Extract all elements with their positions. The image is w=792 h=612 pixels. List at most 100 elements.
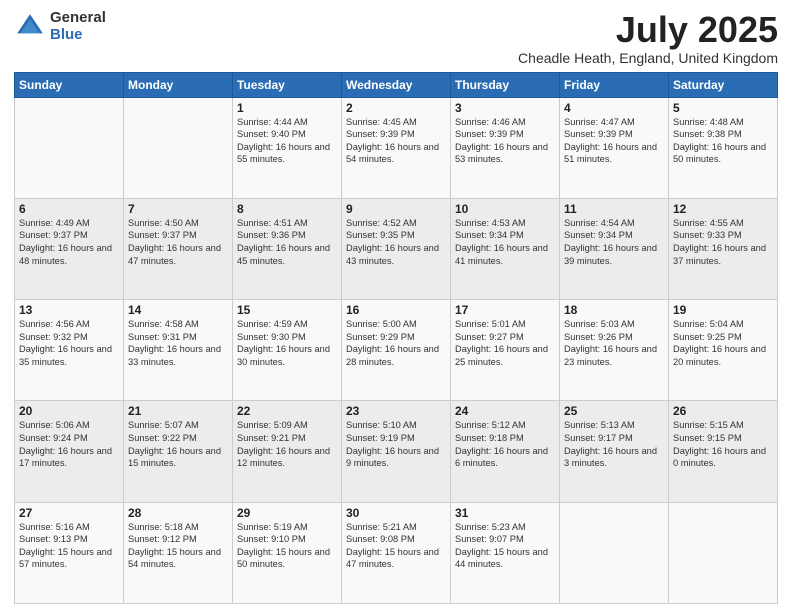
calendar-header-saturday: Saturday — [669, 72, 778, 97]
day-info: Sunrise: 4:44 AM Sunset: 9:40 PM Dayligh… — [237, 116, 337, 166]
calendar-cell: 9Sunrise: 4:52 AM Sunset: 9:35 PM Daylig… — [342, 198, 451, 299]
calendar-cell: 4Sunrise: 4:47 AM Sunset: 9:39 PM Daylig… — [560, 97, 669, 198]
day-info: Sunrise: 5:01 AM Sunset: 9:27 PM Dayligh… — [455, 318, 555, 368]
calendar-cell: 8Sunrise: 4:51 AM Sunset: 9:36 PM Daylig… — [233, 198, 342, 299]
day-info: Sunrise: 4:48 AM Sunset: 9:38 PM Dayligh… — [673, 116, 773, 166]
calendar-cell: 3Sunrise: 4:46 AM Sunset: 9:39 PM Daylig… — [451, 97, 560, 198]
logo: General Blue — [14, 10, 106, 43]
day-info: Sunrise: 5:16 AM Sunset: 9:13 PM Dayligh… — [19, 521, 119, 571]
day-info: Sunrise: 5:00 AM Sunset: 9:29 PM Dayligh… — [346, 318, 446, 368]
calendar-week-0: 1Sunrise: 4:44 AM Sunset: 9:40 PM Daylig… — [15, 97, 778, 198]
day-info: Sunrise: 5:03 AM Sunset: 9:26 PM Dayligh… — [564, 318, 664, 368]
calendar-cell: 26Sunrise: 5:15 AM Sunset: 9:15 PM Dayli… — [669, 401, 778, 502]
calendar-cell: 17Sunrise: 5:01 AM Sunset: 9:27 PM Dayli… — [451, 300, 560, 401]
calendar-cell: 14Sunrise: 4:58 AM Sunset: 9:31 PM Dayli… — [124, 300, 233, 401]
calendar-header-wednesday: Wednesday — [342, 72, 451, 97]
day-number: 24 — [455, 404, 555, 418]
day-info: Sunrise: 4:55 AM Sunset: 9:33 PM Dayligh… — [673, 217, 773, 267]
day-info: Sunrise: 4:46 AM Sunset: 9:39 PM Dayligh… — [455, 116, 555, 166]
day-number: 29 — [237, 506, 337, 520]
day-info: Sunrise: 5:18 AM Sunset: 9:12 PM Dayligh… — [128, 521, 228, 571]
day-info: Sunrise: 4:47 AM Sunset: 9:39 PM Dayligh… — [564, 116, 664, 166]
day-number: 1 — [237, 101, 337, 115]
logo-blue: Blue — [50, 27, 106, 44]
day-number: 2 — [346, 101, 446, 115]
day-number: 14 — [128, 303, 228, 317]
day-number: 12 — [673, 202, 773, 216]
day-number: 6 — [19, 202, 119, 216]
calendar-header-friday: Friday — [560, 72, 669, 97]
day-info: Sunrise: 5:04 AM Sunset: 9:25 PM Dayligh… — [673, 318, 773, 368]
day-info: Sunrise: 4:50 AM Sunset: 9:37 PM Dayligh… — [128, 217, 228, 267]
day-number: 28 — [128, 506, 228, 520]
day-number: 31 — [455, 506, 555, 520]
day-number: 9 — [346, 202, 446, 216]
calendar-cell — [15, 97, 124, 198]
day-number: 22 — [237, 404, 337, 418]
day-number: 26 — [673, 404, 773, 418]
logo-text: General Blue — [50, 10, 106, 43]
day-info: Sunrise: 5:19 AM Sunset: 9:10 PM Dayligh… — [237, 521, 337, 571]
calendar-cell: 5Sunrise: 4:48 AM Sunset: 9:38 PM Daylig… — [669, 97, 778, 198]
calendar-cell: 27Sunrise: 5:16 AM Sunset: 9:13 PM Dayli… — [15, 502, 124, 603]
day-info: Sunrise: 5:09 AM Sunset: 9:21 PM Dayligh… — [237, 419, 337, 469]
day-number: 11 — [564, 202, 664, 216]
day-info: Sunrise: 4:53 AM Sunset: 9:34 PM Dayligh… — [455, 217, 555, 267]
day-number: 16 — [346, 303, 446, 317]
calendar-cell: 11Sunrise: 4:54 AM Sunset: 9:34 PM Dayli… — [560, 198, 669, 299]
calendar-cell: 30Sunrise: 5:21 AM Sunset: 9:08 PM Dayli… — [342, 502, 451, 603]
calendar-cell: 25Sunrise: 5:13 AM Sunset: 9:17 PM Dayli… — [560, 401, 669, 502]
day-number: 21 — [128, 404, 228, 418]
day-info: Sunrise: 4:45 AM Sunset: 9:39 PM Dayligh… — [346, 116, 446, 166]
day-number: 13 — [19, 303, 119, 317]
calendar-header-sunday: Sunday — [15, 72, 124, 97]
day-info: Sunrise: 4:54 AM Sunset: 9:34 PM Dayligh… — [564, 217, 664, 267]
calendar-cell: 10Sunrise: 4:53 AM Sunset: 9:34 PM Dayli… — [451, 198, 560, 299]
day-info: Sunrise: 5:21 AM Sunset: 9:08 PM Dayligh… — [346, 521, 446, 571]
day-info: Sunrise: 5:12 AM Sunset: 9:18 PM Dayligh… — [455, 419, 555, 469]
logo-general: General — [50, 10, 106, 27]
page: General Blue July 2025 Cheadle Heath, En… — [0, 0, 792, 612]
day-number: 27 — [19, 506, 119, 520]
day-info: Sunrise: 4:52 AM Sunset: 9:35 PM Dayligh… — [346, 217, 446, 267]
calendar-cell — [560, 502, 669, 603]
calendar-cell: 23Sunrise: 5:10 AM Sunset: 9:19 PM Dayli… — [342, 401, 451, 502]
day-number: 4 — [564, 101, 664, 115]
day-number: 17 — [455, 303, 555, 317]
calendar-cell — [124, 97, 233, 198]
page-subtitle: Cheadle Heath, England, United Kingdom — [518, 50, 778, 66]
day-info: Sunrise: 4:56 AM Sunset: 9:32 PM Dayligh… — [19, 318, 119, 368]
calendar-cell: 13Sunrise: 4:56 AM Sunset: 9:32 PM Dayli… — [15, 300, 124, 401]
calendar-cell — [669, 502, 778, 603]
calendar-cell: 19Sunrise: 5:04 AM Sunset: 9:25 PM Dayli… — [669, 300, 778, 401]
day-number: 8 — [237, 202, 337, 216]
calendar-table: SundayMondayTuesdayWednesdayThursdayFrid… — [14, 72, 778, 604]
day-info: Sunrise: 4:49 AM Sunset: 9:37 PM Dayligh… — [19, 217, 119, 267]
calendar-header-monday: Monday — [124, 72, 233, 97]
calendar-cell: 21Sunrise: 5:07 AM Sunset: 9:22 PM Dayli… — [124, 401, 233, 502]
day-info: Sunrise: 4:51 AM Sunset: 9:36 PM Dayligh… — [237, 217, 337, 267]
day-number: 15 — [237, 303, 337, 317]
calendar-cell: 2Sunrise: 4:45 AM Sunset: 9:39 PM Daylig… — [342, 97, 451, 198]
day-info: Sunrise: 5:06 AM Sunset: 9:24 PM Dayligh… — [19, 419, 119, 469]
calendar-week-4: 27Sunrise: 5:16 AM Sunset: 9:13 PM Dayli… — [15, 502, 778, 603]
calendar-cell: 7Sunrise: 4:50 AM Sunset: 9:37 PM Daylig… — [124, 198, 233, 299]
calendar-cell: 1Sunrise: 4:44 AM Sunset: 9:40 PM Daylig… — [233, 97, 342, 198]
title-block: July 2025 Cheadle Heath, England, United… — [518, 10, 778, 66]
day-number: 19 — [673, 303, 773, 317]
calendar-cell: 24Sunrise: 5:12 AM Sunset: 9:18 PM Dayli… — [451, 401, 560, 502]
page-title: July 2025 — [518, 10, 778, 50]
calendar-cell: 28Sunrise: 5:18 AM Sunset: 9:12 PM Dayli… — [124, 502, 233, 603]
calendar-cell: 6Sunrise: 4:49 AM Sunset: 9:37 PM Daylig… — [15, 198, 124, 299]
calendar-header-row: SundayMondayTuesdayWednesdayThursdayFrid… — [15, 72, 778, 97]
calendar-cell: 12Sunrise: 4:55 AM Sunset: 9:33 PM Dayli… — [669, 198, 778, 299]
day-info: Sunrise: 5:23 AM Sunset: 9:07 PM Dayligh… — [455, 521, 555, 571]
day-info: Sunrise: 5:07 AM Sunset: 9:22 PM Dayligh… — [128, 419, 228, 469]
calendar-header-tuesday: Tuesday — [233, 72, 342, 97]
day-number: 30 — [346, 506, 446, 520]
day-number: 23 — [346, 404, 446, 418]
day-number: 10 — [455, 202, 555, 216]
day-info: Sunrise: 5:13 AM Sunset: 9:17 PM Dayligh… — [564, 419, 664, 469]
day-number: 20 — [19, 404, 119, 418]
day-number: 3 — [455, 101, 555, 115]
